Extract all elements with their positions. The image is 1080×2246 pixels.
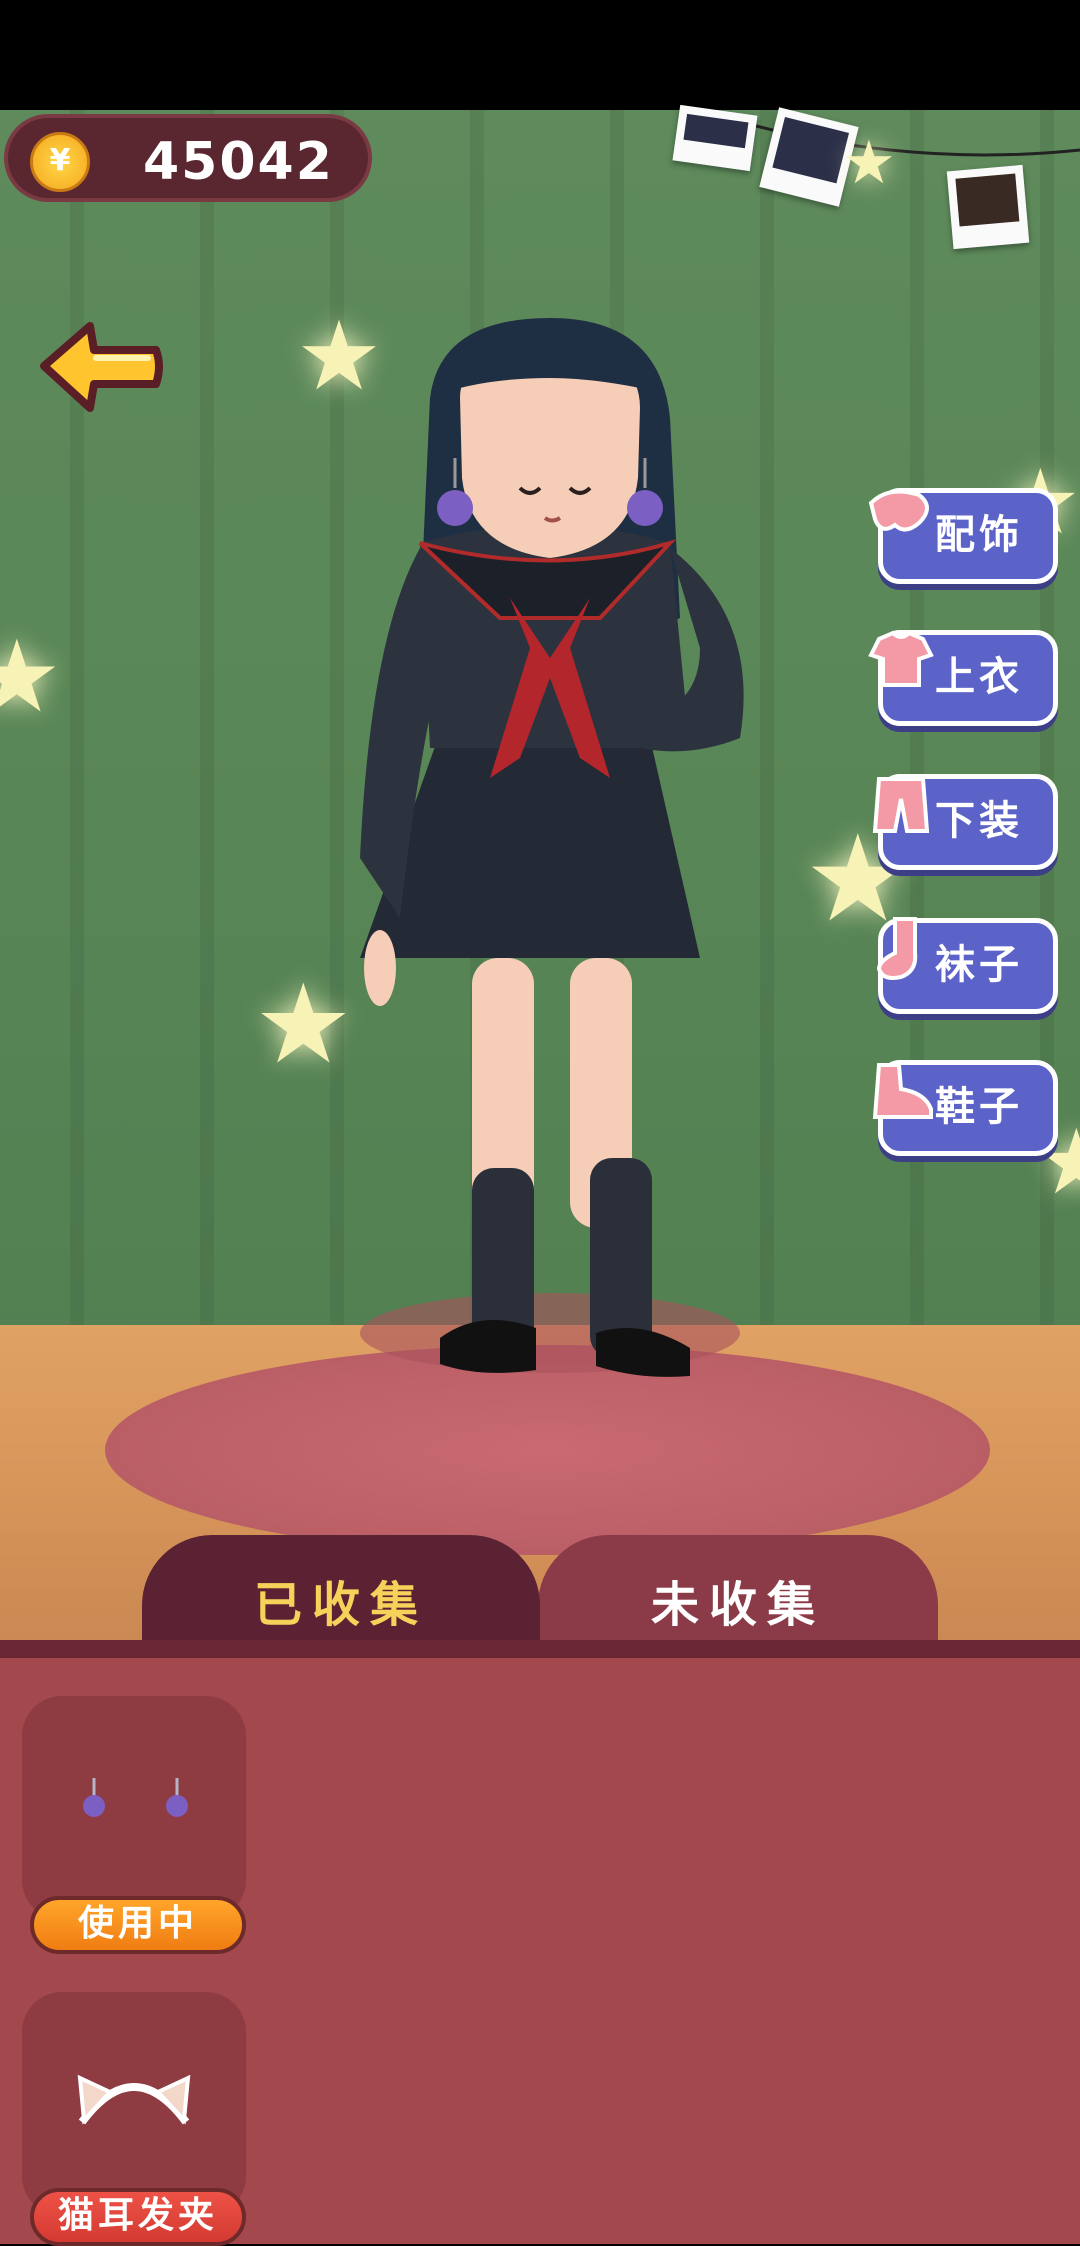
collection-tabs: 未收集 已收集 — [0, 1535, 1080, 1660]
back-arrow-icon[interactable] — [36, 318, 166, 416]
shoe-icon — [872, 1063, 933, 1119]
tab-uncollected-label: 未收集 — [650, 1577, 825, 1633]
earrings-icon — [83, 1778, 188, 1817]
polaroid-photo — [946, 164, 1030, 250]
curtain-fold — [910, 110, 924, 1360]
status-bar — [0, 0, 1080, 110]
category-bottoms-button[interactable]: 下装 — [872, 774, 1058, 870]
tab-collected-label: 已收集 — [253, 1577, 428, 1633]
category-tops-button[interactable]: 上衣 — [868, 630, 1058, 726]
category-label: 上衣 — [935, 654, 1023, 700]
coin-icon: ¥ — [30, 132, 90, 192]
character-avatar — [360, 318, 744, 1377]
sock-icon — [876, 917, 918, 980]
category-shoes-button[interactable]: 鞋子 — [872, 1060, 1058, 1156]
star-decoration: ★ — [254, 960, 353, 1088]
hair-accessory-icon — [868, 489, 929, 532]
curtain-fold — [760, 110, 774, 1360]
star-decoration: ★ — [0, 618, 62, 735]
cat-ear-headband-button[interactable]: 猫耳发夹 — [30, 2188, 246, 2246]
cat-ear-headband-icon — [77, 2074, 191, 2125]
category-label: 配饰 — [935, 512, 1023, 558]
coin-amount: 45042 — [143, 132, 334, 192]
shirt-icon — [868, 630, 934, 687]
category-label: 袜子 — [935, 942, 1023, 988]
pants-icon — [872, 777, 930, 833]
item-card-earrings[interactable] — [22, 1696, 246, 1920]
category-socks-button[interactable]: 袜子 — [876, 917, 1058, 1014]
curtain-fold — [200, 110, 214, 1360]
item-panel: 使用中 猫耳发夹 — [0, 1640, 1080, 2246]
star-decoration: ★ — [842, 128, 896, 198]
polaroid-photo — [672, 104, 758, 172]
category-label: 下装 — [935, 798, 1023, 844]
coin-counter: ¥ 45042 — [4, 114, 372, 202]
category-label: 鞋子 — [935, 1084, 1023, 1130]
curtain-fold — [70, 110, 84, 1360]
item-card-cat-ears[interactable] — [22, 1992, 246, 2216]
category-accessories-button[interactable]: 配饰 — [868, 488, 1058, 584]
in-use-button[interactable]: 使用中 — [30, 1896, 246, 1954]
